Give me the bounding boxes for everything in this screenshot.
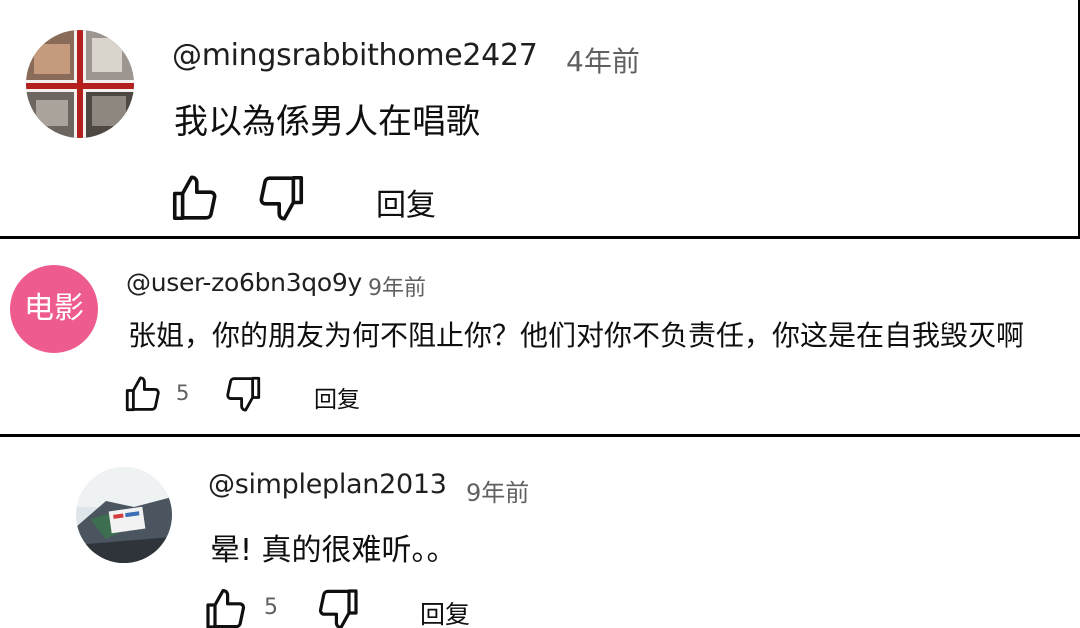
comment-item: 电影 @user-zo6bn3qo9y 9年前 张姐，你的朋友为何不阻止你？他们… [0,239,1080,434]
avatar-label: 电影 [24,291,84,326]
comment-text: 晕! 真的很难听。。 [210,533,457,568]
thumbs-down-icon[interactable] [220,373,266,415]
user-avatar[interactable]: 电影 [10,265,98,353]
comment-timestamp[interactable]: 4年前 [566,40,640,80]
comment-author[interactable]: @simpleplan2013 [208,469,447,500]
like-count: 5 [264,595,278,620]
user-avatar[interactable] [26,30,134,138]
avatar-image [26,30,134,138]
avatar-image [76,467,172,563]
reply-button[interactable]: 回复 [314,380,360,414]
comment-text: 张姐，你的朋友为何不阻止你？他们对你不负责任，你这是在自我毁灭啊 [128,319,1025,352]
comment-author[interactable]: @user-zo6bn3qo9y [126,268,362,297]
comment-timestamp[interactable]: 9年前 [368,270,426,302]
reply-button[interactable]: 回复 [420,595,470,628]
thumbs-down-icon[interactable] [252,171,310,225]
comment-text: 我以為係男人在唱歌 [174,102,480,142]
thumbs-up-icon[interactable] [120,373,166,415]
thumbs-down-icon[interactable] [312,585,364,628]
thumbs-up-icon[interactable] [200,585,252,628]
comment-item: @mingsrabbithome2427 4年前 我以為係男人在唱歌 回复 [0,0,1078,236]
comment-timestamp[interactable]: 9年前 [466,473,529,508]
user-avatar[interactable] [76,467,172,563]
comment-author[interactable]: @mingsrabbithome2427 [172,38,538,73]
comment-item: @simpleplan2013 9年前 晕! 真的很难听。。 5 回复 [0,437,1080,628]
like-count: 5 [176,381,190,405]
thumbs-up-icon[interactable] [166,171,224,225]
reply-button[interactable]: 回复 [376,180,436,224]
